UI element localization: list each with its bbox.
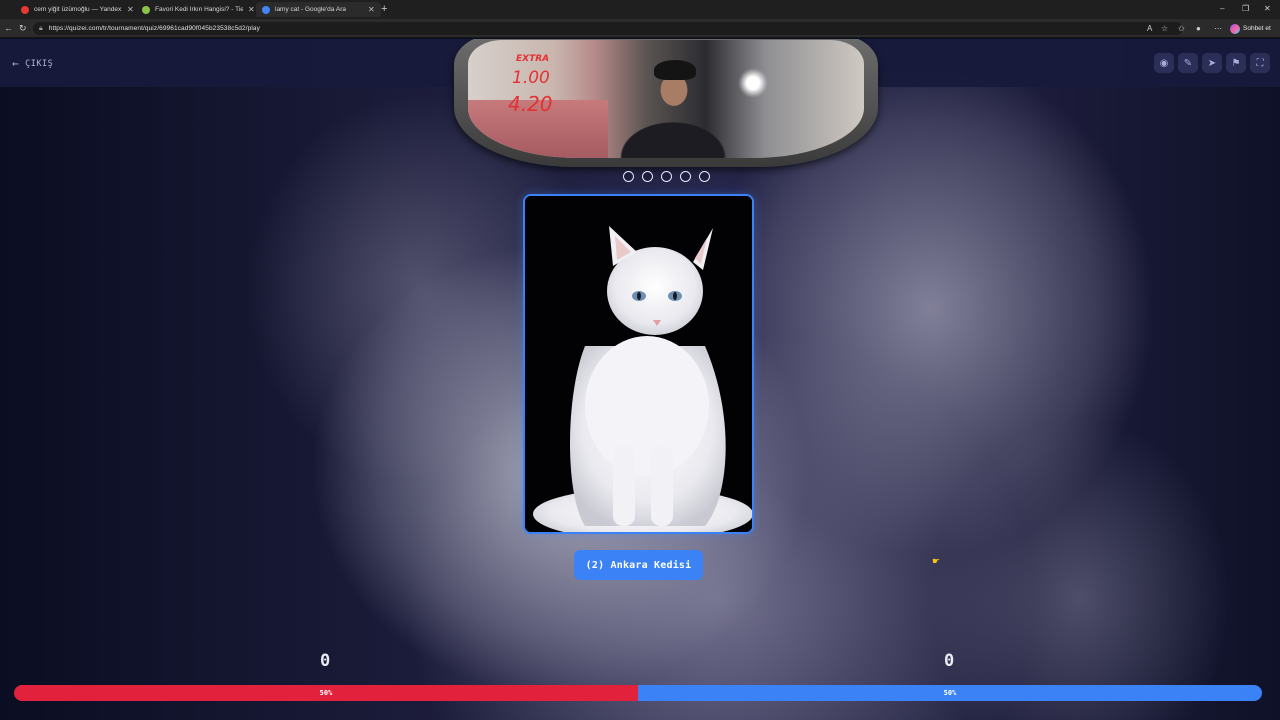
browser-address-bar: ← ↻ 🔒︎ https://quizei.com/tr/tournament/… <box>0 19 1280 38</box>
tab-label: lamy cat - Google'da Ara <box>275 6 346 13</box>
quiz-page: ← ÇIKIŞ ◉ ✎ ➤ ⚑ ⛶ K 2 EXTRA 1.00 4.20 <box>0 39 1280 720</box>
progress-dot <box>661 171 672 182</box>
fullscreen-icon[interactable]: ⛶ <box>1250 53 1270 73</box>
vote-bar-left: 50% <box>14 685 638 701</box>
eye-icon[interactable]: ◉ <box>1154 53 1174 73</box>
progress-dot <box>623 171 634 182</box>
progress-dot <box>699 171 710 182</box>
pencil-icon[interactable]: ✎ <box>1178 53 1198 73</box>
browser-tab-1[interactable]: cem yiğit üzümoğlu — Yandex: 3… ✕ <box>15 2 140 17</box>
google-favicon-icon <box>262 5 270 14</box>
exit-label: ÇIKIŞ <box>25 58 54 69</box>
back-icon[interactable]: ← <box>4 23 13 34</box>
lock-icon: 🔒︎ <box>39 24 43 32</box>
right-score: 0 <box>944 651 955 671</box>
hud-value-2: 4.20 <box>508 92 553 116</box>
glass-crack-icon <box>738 68 768 98</box>
url-field[interactable]: 🔒︎ https://quizei.com/tr/tournament/quiz… <box>33 22 1183 35</box>
favorite-star-icon[interactable]: ☆ <box>1161 23 1168 34</box>
chat-button-label: Sohbet et <box>1243 25 1271 32</box>
favorites-icon[interactable]: ✩ <box>1178 23 1185 34</box>
hud-label: EXTRA <box>516 54 550 64</box>
progress-dots <box>623 171 710 182</box>
flag-icon[interactable]: ⚑ <box>1226 53 1246 73</box>
browser-tab-3[interactable]: lamy cat - Google'da Ara ✕ <box>256 2 381 17</box>
vote-bar: 50% 50% <box>14 685 1262 701</box>
left-score: 0 <box>320 651 331 671</box>
site-favicon-icon <box>142 5 150 14</box>
webcam-mirror-overlay: EXTRA 1.00 4.20 <box>454 39 878 167</box>
profile-icon[interactable]: ● <box>1196 23 1201 34</box>
vote-bar-left-label: 50% <box>319 689 333 697</box>
close-icon[interactable]: ✕ <box>368 5 375 14</box>
tab-label: cem yiğit üzümoğlu — Yandex: 3… <box>34 6 122 13</box>
arrow-left-icon: ← <box>12 57 20 70</box>
candidate-name-button[interactable]: (2) Ankara Kedisi <box>574 550 703 580</box>
read-aloud-icon[interactable]: A <box>1147 23 1152 34</box>
candidate-card[interactable] <box>523 194 754 534</box>
browser-tab-bar: cem yiğit üzümoğlu — Yandex: 3… ✕ Favori… <box>0 0 1280 19</box>
close-icon[interactable]: ✕ <box>127 5 134 14</box>
webcam-person-hair <box>654 60 696 80</box>
close-icon[interactable]: ✕ <box>248 5 255 14</box>
maximize-icon[interactable]: ❐ <box>1242 2 1249 16</box>
vote-bar-right-label: 50% <box>943 689 957 697</box>
new-tab-button[interactable]: + <box>381 2 387 17</box>
hud-value-1: 1.00 <box>512 68 550 88</box>
mouse-cursor-icon: ☛ <box>932 556 941 566</box>
reload-icon[interactable]: ↻ <box>19 23 27 34</box>
minimize-icon[interactable]: – <box>1220 2 1224 16</box>
webcam-feed: EXTRA 1.00 4.20 <box>468 40 864 158</box>
browser-tab-2[interactable]: Favori Kedi Irkın Hangisi? - Tier Li… ✕ <box>136 2 261 17</box>
chat-button[interactable]: Sohbet et <box>1230 22 1271 35</box>
exit-button[interactable]: ← ÇIKIŞ <box>12 57 53 70</box>
window-close-icon[interactable]: ✕ <box>1264 2 1271 16</box>
send-icon[interactable]: ➤ <box>1202 53 1222 73</box>
vote-bar-right: 50% <box>638 685 1262 701</box>
tab-label: Favori Kedi Irkın Hangisi? - Tier Li… <box>155 6 243 13</box>
yandex-favicon-icon <box>21 5 29 14</box>
more-menu-icon[interactable]: ⋯ <box>1214 23 1222 34</box>
progress-dot <box>642 171 653 182</box>
cat-photo <box>525 196 752 532</box>
progress-dot <box>680 171 691 182</box>
copilot-icon <box>1230 23 1240 34</box>
url-text: https://quizei.com/tr/tournament/quiz/69… <box>48 25 260 32</box>
